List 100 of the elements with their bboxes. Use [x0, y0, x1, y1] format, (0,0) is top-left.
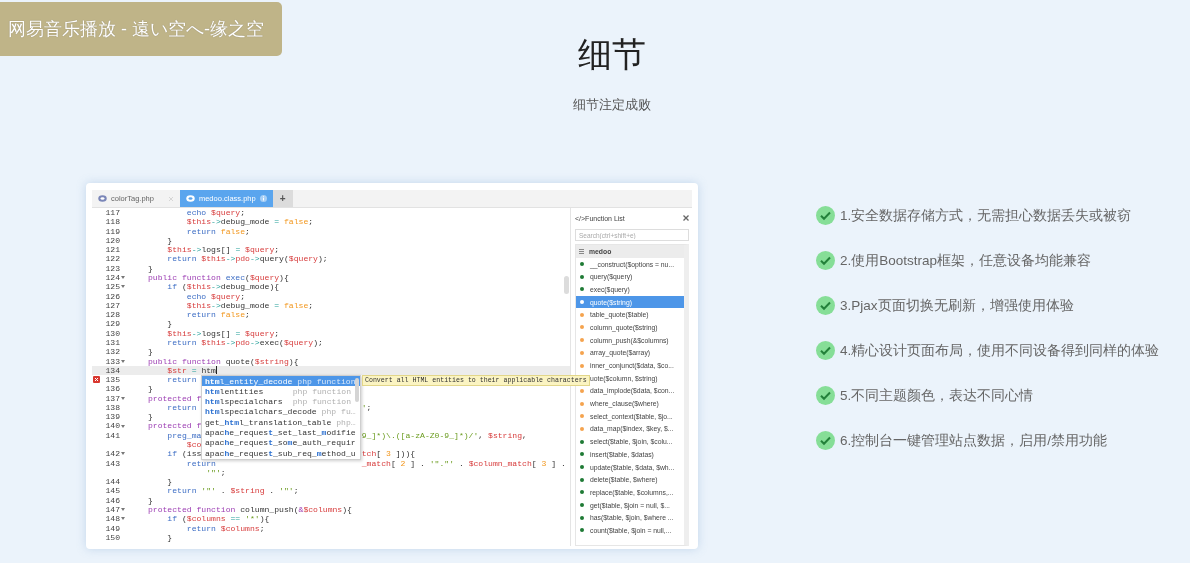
code-line: return false; [185, 226, 250, 236]
feature-text: 2.使用Bootstrap框架，任意设备均能兼容 [840, 251, 1092, 270]
feature-text: 5.不同主题颜色，表达不同心情 [840, 386, 1034, 405]
section-title: 细节 [578, 34, 646, 75]
code-line: if ($this->debug_mode){ [166, 282, 280, 292]
line-number: 130 [105, 328, 120, 338]
code-line: 9_]*)\.([a-zA-Z0-9_]*)/', $string, [361, 430, 527, 441]
code-line: } [146, 384, 153, 394]
code-line: preg_ma [166, 430, 202, 441]
line-number: 132 [105, 347, 120, 357]
suggestion-item[interactable]: apache_request_sub_req_method_u [202, 448, 360, 459]
code-line: return $columns; [185, 523, 265, 533]
line-number: 140 [105, 421, 120, 431]
line-number: 128 [105, 310, 120, 320]
code-line: echo $query; [185, 291, 246, 301]
now-playing-banner: 网易音乐播放 - 遠い空へ-缘之空 [0, 2, 282, 56]
check-icon [816, 296, 835, 315]
line-number: 126 [105, 291, 120, 301]
fold-icon[interactable] [121, 285, 125, 289]
code-line: protected f [146, 421, 202, 431]
code-line: '"'; [205, 467, 226, 478]
line-number: 147 [105, 505, 120, 515]
feature-text: 1.安全数据存储方式，无需担心数据丢失或被窃 [840, 206, 1132, 225]
code-line: if (iss [166, 449, 202, 459]
line-number: 119 [105, 226, 120, 236]
line-number: 149 [105, 523, 120, 533]
scrollbar-thumb[interactable] [564, 276, 569, 294]
section-subtitle: 细节注定成败 [573, 97, 651, 113]
suggestion-item[interactable]: htmlspecialchars php function [202, 396, 360, 407]
fold-icon[interactable] [121, 276, 125, 280]
feature-text: 4.精心设计页面布局，使用不同设备得到同样的体验 [840, 341, 1160, 360]
code-line: } [166, 477, 173, 487]
fold-icon[interactable] [121, 508, 125, 512]
fold-icon[interactable] [121, 424, 125, 428]
fold-icon[interactable] [121, 517, 125, 521]
line-number: 117 [105, 208, 120, 218]
line-number: 127 [105, 300, 120, 311]
line-number: 148 [105, 514, 120, 524]
check-icon [816, 341, 835, 360]
fold-icon[interactable] [121, 396, 125, 400]
code-line: $this->debug_mode = false; [185, 217, 314, 227]
code-line: if ($columns == '*'){ [166, 514, 270, 524]
line-number: 118 [105, 217, 120, 227]
text-cursor [215, 365, 217, 374]
code-line: } [146, 263, 153, 273]
close-icon[interactable] [683, 215, 689, 221]
code-line: return $this->pdo->query($query); [166, 254, 328, 264]
code-line: protected function column_push(&$columns){ [146, 505, 352, 515]
code-line: } [166, 319, 173, 329]
code-line: $this->debug_mode = false; [185, 300, 314, 311]
code-line: return false; [185, 310, 250, 320]
code-line: return '"' . $string . '"'; [166, 486, 299, 496]
suggestion-item[interactable]: htmlspecialchars_decode php fu… [202, 406, 360, 418]
suggestion-item[interactable]: apache_request_some_auth_requir [202, 437, 360, 449]
code-line: return [167, 402, 197, 413]
code-line: } [146, 412, 153, 422]
suggestion-item[interactable]: htmlentities php function [202, 386, 360, 397]
list-icon [579, 248, 584, 254]
line-number: 141 [105, 430, 120, 441]
info-icon [259, 195, 267, 202]
line-number: 146 [105, 495, 120, 505]
line-number: 137 [105, 393, 120, 403]
check-icon [816, 431, 835, 450]
code-line: } [146, 347, 153, 357]
code-line: } [146, 495, 153, 505]
file-icon [98, 195, 107, 202]
line-number: 122 [105, 254, 120, 264]
line-number: 131 [105, 337, 120, 348]
code-line: $str = htm [167, 365, 216, 376]
code-line: '; [361, 402, 372, 413]
line-number: 142 [105, 449, 120, 459]
feature-text: 6.控制台一键管理站点数据，启用/禁用功能 [840, 431, 1107, 450]
line-number: 135 [105, 375, 120, 385]
file-icon [185, 195, 195, 202]
code-line: $co [185, 440, 202, 450]
line-number: 125 [105, 282, 120, 292]
code-line: protected f [146, 393, 202, 403]
code-line: } [166, 235, 173, 246]
code-line: public function exec($query){ [146, 272, 289, 283]
line-number: 143 [105, 458, 120, 468]
line-number: 124 [105, 272, 120, 283]
fold-icon[interactable] [121, 359, 125, 363]
code-line: $this->logs[] = $query; [166, 328, 280, 338]
line-number: 145 [105, 486, 120, 496]
line-number: 121 [105, 245, 120, 255]
line-number: 134 [105, 365, 120, 376]
suggestion-item[interactable]: apache_request_set_last_modifie [202, 427, 360, 438]
fold-icon[interactable] [121, 452, 125, 456]
scrollbar-thumb[interactable] [355, 378, 359, 402]
code-line: echo $query; [185, 208, 246, 218]
code-line: _match[ 2 ] . '"."' . $column_match[ 3 ] . [361, 458, 566, 468]
line-number: 138 [105, 402, 120, 413]
suggestion-item[interactable]: get_html_translation_table php… [202, 417, 360, 428]
code-line: $this->logs[] = $query; [166, 245, 280, 255]
line-number: 139 [105, 412, 120, 422]
line-number: 133 [105, 356, 120, 366]
code-line: return [185, 458, 216, 468]
line-number: 136 [105, 384, 120, 394]
line-number: 120 [105, 235, 120, 246]
line-number: 129 [105, 319, 120, 329]
